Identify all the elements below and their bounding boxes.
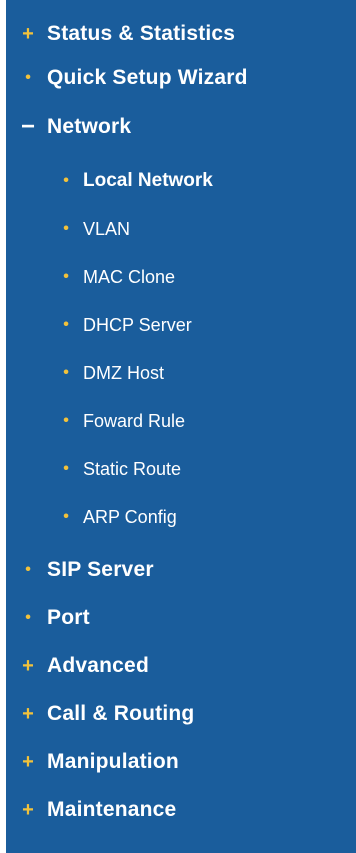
menu-item-network[interactable]: − Network	[6, 107, 356, 147]
submenu-item-label: DMZ Host	[83, 362, 164, 383]
submenu-item-label: MAC Clone	[83, 266, 176, 287]
bullet-icon: •	[63, 412, 69, 429]
menu-item-label: Port	[47, 606, 90, 629]
menu-item-call-routing[interactable]: + Call & Routing	[6, 694, 356, 734]
submenu-item-label: Static Route	[83, 458, 182, 479]
submenu-item-arp-config[interactable]: • ARP Config	[6, 497, 356, 537]
menu-item-status-statistics[interactable]: + Status & Statistics	[6, 14, 356, 54]
submenu-item-label: Foward Rule	[83, 410, 186, 431]
bullet-icon: •	[63, 364, 69, 381]
menu-item-label: Maintenance	[47, 798, 177, 821]
submenu-item-label: VLAN	[83, 218, 131, 239]
menu-item-label: Advanced	[47, 654, 149, 677]
menu-item-label: Network	[47, 115, 132, 138]
bullet-icon: •	[63, 220, 69, 237]
minus-icon: −	[20, 113, 35, 140]
menu-item-manipulation[interactable]: + Manipulation	[6, 742, 356, 782]
submenu-item-label: DHCP Server	[83, 314, 192, 335]
menu-item-port[interactable]: • Port	[6, 598, 356, 638]
menu-item-advanced[interactable]: + Advanced	[6, 646, 356, 686]
plus-icon: +	[22, 22, 34, 45]
menu-item-label: Quick Setup Wizard	[47, 66, 248, 89]
bullet-icon: •	[63, 460, 69, 477]
menu-item-label: Manipulation	[47, 750, 179, 773]
submenu-item-label: Local Network	[83, 170, 213, 191]
menu-item-label: SIP Server	[47, 558, 154, 581]
bullet-icon: •	[25, 561, 31, 578]
plus-icon: +	[22, 654, 34, 677]
bullet-icon: •	[63, 172, 69, 189]
submenu-item-dhcp-server[interactable]: • DHCP Server	[6, 305, 356, 345]
submenu-item-local-network[interactable]: • Local Network	[6, 161, 356, 201]
plus-icon: +	[22, 702, 34, 725]
submenu-item-label: ARP Config	[83, 506, 177, 527]
menu-item-label: Status & Statistics	[47, 22, 236, 45]
bullet-icon: •	[63, 508, 69, 525]
submenu-item-static-route[interactable]: • Static Route	[6, 449, 356, 489]
menu-item-quick-setup-wizard[interactable]: • Quick Setup Wizard	[6, 58, 356, 98]
plus-icon: +	[22, 750, 34, 773]
plus-icon: +	[22, 798, 34, 821]
menu-item-label: Call & Routing	[47, 702, 195, 725]
sidebar-nav: + Status & Statistics • Quick Setup Wiza…	[6, 0, 356, 853]
bullet-icon: •	[63, 268, 69, 285]
submenu-item-vlan[interactable]: • VLAN	[6, 209, 356, 249]
menu-item-sip-server[interactable]: • SIP Server	[6, 550, 356, 590]
bullet-icon: •	[25, 609, 31, 626]
menu-item-maintenance[interactable]: + Maintenance	[6, 790, 356, 830]
submenu-item-dmz-host[interactable]: • DMZ Host	[6, 353, 356, 393]
submenu-item-foward-rule[interactable]: • Foward Rule	[6, 401, 356, 441]
bullet-icon: •	[25, 69, 31, 86]
submenu-item-mac-clone[interactable]: • MAC Clone	[6, 257, 356, 297]
bullet-icon: •	[63, 316, 69, 333]
